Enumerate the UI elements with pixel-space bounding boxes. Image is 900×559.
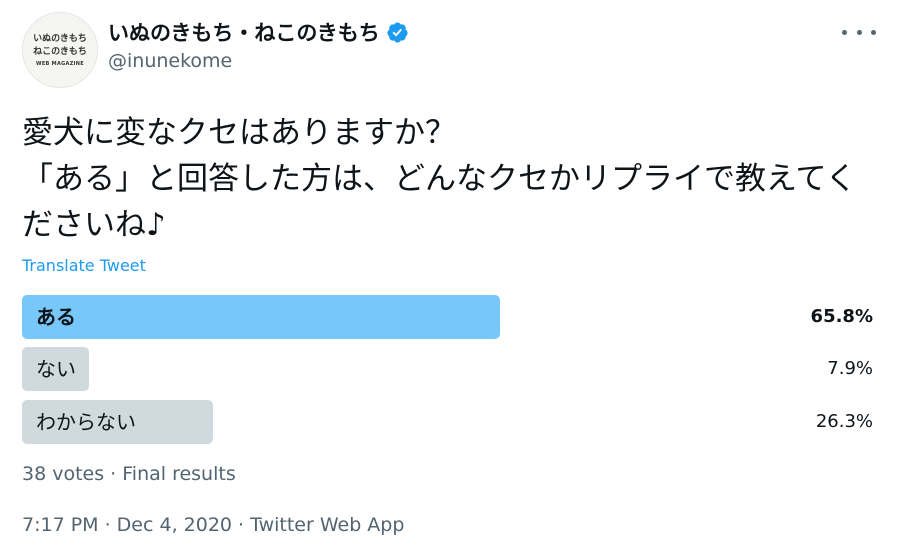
more-dot xyxy=(871,29,876,35)
tweet-text: 愛犬に変なクセはありますか？ 「ある」と回答した方は、どんなクセかリプライで教え… xyxy=(22,115,857,243)
poll-option-label: ある xyxy=(36,305,76,329)
author-display-name[interactable]: いぬのきもち・ねこのきもち xyxy=(108,17,380,47)
poll-option-percent: 65.8% xyxy=(810,306,873,327)
author-name-row: いぬのきもち・ねこのきもち xyxy=(108,17,409,47)
poll-option-label: ない xyxy=(36,357,76,381)
more-options-icon[interactable] xyxy=(842,20,876,44)
poll-option-percent: 7.9% xyxy=(827,358,873,379)
poll-bar xyxy=(22,295,500,339)
more-dot xyxy=(842,29,847,35)
verified-badge-icon xyxy=(386,21,409,44)
poll-option-percent: 26.3% xyxy=(815,411,873,432)
avatar-text-line-1: いぬのきもち xyxy=(33,34,87,44)
author-handle[interactable]: @inunekome xyxy=(108,50,232,72)
poll-option: ある 65.8% xyxy=(22,295,877,339)
tweet-timestamp[interactable]: 7:17 PM · Dec 4, 2020 · Twitter Web App xyxy=(22,514,404,536)
poll-option: わからない 26.3% xyxy=(22,400,877,444)
more-dot xyxy=(856,29,862,35)
avatar-text-line-3: WEB MAGAZINE xyxy=(36,61,84,67)
author-avatar[interactable]: いぬのきもち ねこのきもち WEB MAGAZINE xyxy=(22,12,98,88)
avatar-text-line-2: ねこのきもち xyxy=(33,47,87,57)
translate-tweet-link[interactable]: Translate Tweet xyxy=(22,256,146,275)
poll-option-label: わからない xyxy=(36,410,136,434)
poll-summary: 38 votes · Final results xyxy=(22,463,236,485)
poll-option: ない 7.9% xyxy=(22,347,877,391)
